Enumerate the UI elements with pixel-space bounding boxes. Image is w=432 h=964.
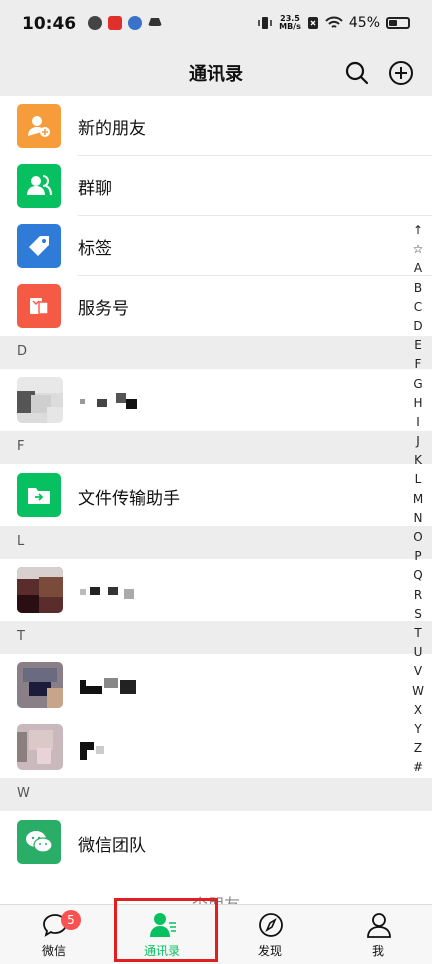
status-time: 10:46: [22, 14, 77, 34]
index-letter[interactable]: I: [416, 413, 420, 432]
section-header-l: L: [0, 526, 432, 559]
wechat-team-item[interactable]: 微信团队: [0, 811, 432, 873]
tab-label: 微信: [41, 944, 66, 958]
index-letter[interactable]: G: [413, 375, 422, 394]
index-letter[interactable]: O: [413, 528, 422, 547]
index-letter[interactable]: W: [412, 682, 424, 701]
index-letter[interactable]: H: [413, 394, 422, 413]
index-letter[interactable]: P: [414, 547, 421, 566]
index-letter[interactable]: E: [414, 336, 422, 355]
service-accounts-label: 服务号: [78, 299, 129, 319]
tab-label: 发现: [257, 944, 282, 958]
new-friends-item[interactable]: 新的朋友: [0, 96, 432, 156]
index-letter[interactable]: K: [414, 451, 422, 470]
index-letter[interactable]: L: [415, 470, 422, 489]
service-account-icon: [17, 284, 61, 328]
wechat-logo-icon: [17, 820, 61, 864]
index-letter[interactable]: F: [415, 355, 422, 374]
service-accounts-item[interactable]: 服务号: [0, 276, 432, 336]
contact-list[interactable]: 新的朋友 群聊 标签 服务号 D F 文件传输助手 L T W 微信团队: [0, 96, 432, 904]
compass-icon: [259, 913, 283, 937]
add-button[interactable]: [386, 58, 416, 88]
person-icon: [367, 913, 391, 938]
folder-transfer-icon: [17, 473, 61, 517]
alphabet-index[interactable]: ↑ ☆ A B C D E F G H I J K L M N O P Q R S T U V W X Y Z #: [410, 221, 426, 777]
index-letter[interactable]: D: [413, 317, 422, 336]
index-letter[interactable]: S: [414, 605, 422, 624]
index-letter[interactable]: Z: [414, 739, 422, 758]
highlight-box: [114, 898, 218, 962]
file-transfer-label: 文件传输助手: [78, 489, 180, 509]
new-friends-label: 新的朋友: [78, 119, 146, 139]
plus-circle-icon: [389, 61, 413, 85]
contact-row[interactable]: [0, 559, 432, 621]
contact-row[interactable]: [0, 654, 432, 716]
avatar: [17, 567, 63, 613]
index-letter[interactable]: Y: [414, 720, 421, 739]
tab-label: 我: [371, 944, 384, 958]
add-friend-icon: [17, 104, 61, 148]
group-chats-label: 群聊: [78, 179, 112, 199]
avatar: [17, 377, 63, 423]
section-header-w: W: [0, 778, 432, 811]
app-notification-icon: [88, 16, 102, 30]
index-letter[interactable]: T: [414, 624, 421, 643]
tab-chats[interactable]: 5 微信: [0, 905, 108, 964]
index-letter[interactable]: ↑: [413, 221, 423, 240]
index-letter[interactable]: C: [414, 298, 422, 317]
tags-item[interactable]: 标签: [0, 216, 432, 276]
index-letter[interactable]: Q: [413, 566, 422, 585]
tag-icon: [17, 224, 61, 268]
avatar: [17, 662, 63, 708]
battery-percent: 45%: [348, 15, 380, 31]
file-transfer-item[interactable]: 文件传输助手: [0, 464, 432, 526]
crown-icon: [148, 16, 162, 26]
tab-discover[interactable]: 发现: [216, 905, 324, 964]
contact-name-redacted: [80, 399, 85, 404]
tags-label: 标签: [78, 239, 112, 259]
sim-off-icon: [307, 17, 318, 29]
contact-name-redacted: [80, 589, 86, 595]
section-header-t: T: [0, 621, 432, 654]
search-icon: [345, 61, 369, 85]
notification-icons: [88, 16, 162, 30]
index-letter[interactable]: V: [414, 662, 422, 681]
contact-row[interactable]: [0, 369, 432, 431]
status-bar: 10:46 23.5 MB/s 45%: [0, 0, 432, 50]
battery-icon: [386, 17, 410, 29]
index-letter[interactable]: B: [414, 279, 422, 298]
search-button[interactable]: [342, 58, 372, 88]
group-chats-item[interactable]: 群聊: [0, 156, 432, 216]
section-header-f: F: [0, 431, 432, 464]
index-letter[interactable]: ☆: [413, 240, 424, 259]
index-letter[interactable]: J: [416, 432, 420, 451]
contact-row[interactable]: [0, 716, 432, 778]
section-header-d: D: [0, 336, 432, 369]
index-letter[interactable]: A: [414, 259, 422, 278]
wifi-icon: [325, 16, 343, 28]
vibrate-icon: [258, 17, 272, 29]
net-speed: 23.5 MB/s: [279, 14, 301, 31]
app-notification-icon: [108, 16, 122, 30]
group-chat-icon: [17, 164, 61, 208]
app-notification-icon: [128, 16, 142, 30]
tab-me[interactable]: 我: [324, 905, 432, 964]
unread-badge: 5: [61, 910, 81, 930]
index-letter[interactable]: #: [413, 758, 423, 777]
index-letter[interactable]: M: [413, 490, 423, 509]
index-letter[interactable]: R: [414, 586, 422, 605]
index-letter[interactable]: X: [414, 701, 422, 720]
avatar: [17, 724, 63, 770]
header: 通讯录: [0, 50, 432, 96]
index-letter[interactable]: U: [414, 643, 423, 662]
wechat-team-label: 微信团队: [78, 836, 146, 856]
index-letter[interactable]: N: [414, 509, 423, 528]
status-right: 23.5 MB/s 45%: [257, 15, 410, 31]
